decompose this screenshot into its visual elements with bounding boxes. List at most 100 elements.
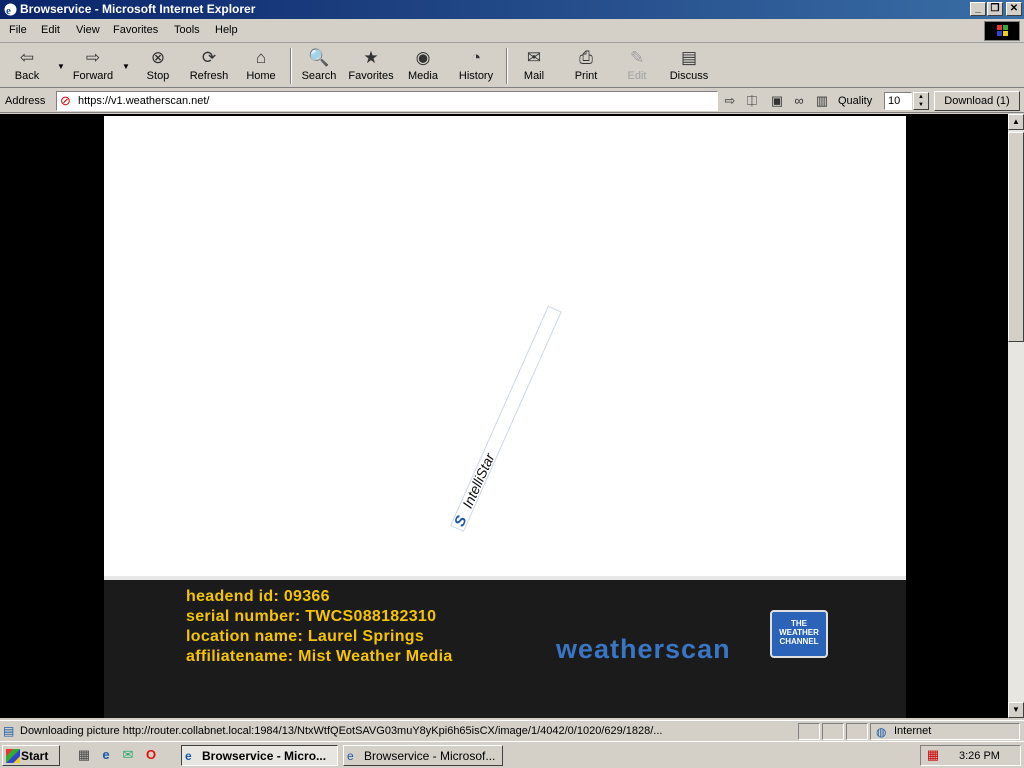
status-cell <box>846 723 868 740</box>
forward-arrow-icon: ⇨ <box>85 48 101 67</box>
home-label: Home <box>246 70 276 82</box>
media-button[interactable]: ◉ Media <box>404 46 442 86</box>
bookmark-icon[interactable]: ⎅ <box>744 93 760 109</box>
toolbar-separator <box>290 48 292 84</box>
windows-logo-icon <box>984 21 1020 41</box>
weatherscan-brand: weatherscan <box>556 634 731 664</box>
favorites-button[interactable]: ★ Favorites <box>346 46 396 86</box>
menu-favorites[interactable]: Favorites <box>113 24 158 36</box>
system-tray: ▦ 3:26 PM <box>920 745 1021 766</box>
scroll-down-arrow-icon[interactable]: ▼ <box>1008 702 1024 718</box>
clipboard-icon[interactable]: ▥ <box>814 93 830 109</box>
address-label: Address <box>5 95 46 107</box>
toolbar-separator <box>506 48 508 84</box>
start-button[interactable]: Start <box>2 745 60 766</box>
close-button[interactable]: ✕ <box>1006 2 1022 16</box>
download-button[interactable]: Download (1) <box>934 91 1020 111</box>
scroll-up-arrow-icon[interactable]: ▲ <box>1008 114 1024 130</box>
page-viewport: S IntelliStar headend id: 09366 serial n… <box>0 114 1008 718</box>
ie-task-icon: e <box>185 749 192 763</box>
status-cell <box>822 723 844 740</box>
forward-dropdown-icon[interactable]: ▼ <box>122 62 130 71</box>
search-button[interactable]: 🔍 Search <box>299 46 339 86</box>
title-bar: e Browservice - Microsoft Internet Explo… <box>0 0 1024 19</box>
clock[interactable]: 3:26 PM <box>959 750 1000 762</box>
menu-edit[interactable]: Edit <box>41 24 60 36</box>
ie-icon: e <box>3 2 18 17</box>
menu-bar: File Edit View Favorites Tools Help <box>0 19 1024 43</box>
favorites-folder-icon: ★ <box>363 48 379 67</box>
internet-explorer-icon[interactable]: e <box>98 747 114 763</box>
edit-button[interactable]: ✎ Edit <box>620 46 654 86</box>
home-button[interactable]: ⌂ Home <box>242 46 280 86</box>
internet-globe-icon: ◍ <box>876 725 887 739</box>
back-button[interactable]: ⇦ Back <box>8 46 46 86</box>
mail-button[interactable]: ✉ Mail <box>516 46 552 86</box>
quality-label: Quality <box>838 95 873 107</box>
task-label: Browservice - Micro... <box>202 749 327 763</box>
back-dropdown-icon[interactable]: ▼ <box>57 62 65 71</box>
page-loading-icon: ▤ <box>3 724 15 738</box>
discuss-icon: ▤ <box>680 48 698 67</box>
history-button[interactable]: ◔ History <box>454 46 498 86</box>
no-entry-icon: ⊘ <box>60 93 71 108</box>
discuss-label: Discuss <box>669 70 709 82</box>
find-binoculars-icon[interactable]: ∞ <box>791 93 807 109</box>
status-cell <box>798 723 820 740</box>
stop-label: Stop <box>146 70 170 82</box>
taskbar-task-browservice[interactable]: e Browservice - Microsof... <box>343 745 503 766</box>
menu-file[interactable]: File <box>9 24 27 36</box>
save-page-icon[interactable]: ▣ <box>769 93 785 109</box>
start-label: Start <box>21 749 49 763</box>
taskbar-task-browservice-active[interactable]: e Browservice - Micro... <box>181 745 338 766</box>
history-label: History <box>458 70 494 82</box>
quality-input[interactable]: 10 <box>884 92 912 110</box>
search-icon: 🔍 <box>308 48 330 67</box>
serial-number: serial number: TWCS088182310 <box>186 608 437 625</box>
forward-button[interactable]: ⇨ Forward <box>70 46 116 86</box>
status-text: Downloading picture http://router.collab… <box>20 725 663 737</box>
windows-flag-icon <box>6 749 20 763</box>
intellistar-logo: S IntelliStar <box>450 305 562 532</box>
print-button[interactable]: ⎙ Print <box>568 46 604 86</box>
system-info-bar: headend id: 09366 serial number: TWCS088… <box>104 576 906 718</box>
favorites-label: Favorites <box>348 70 394 82</box>
go-arrow-icon[interactable]: ⇨ <box>722 93 738 109</box>
restore-button[interactable]: ❐ <box>987 2 1003 16</box>
affiliate-name: affiliatename: Mist Weather Media <box>186 648 453 665</box>
refresh-button[interactable]: ⟳ Refresh <box>186 46 232 86</box>
stop-button[interactable]: ⊗ Stop <box>140 46 176 86</box>
ie-task-icon: e <box>347 749 354 763</box>
media-label: Media <box>408 70 438 82</box>
weather-channel-logo-text: THE WEATHER CHANNEL <box>779 619 819 646</box>
menu-view[interactable]: View <box>76 24 100 36</box>
show-desktop-icon[interactable]: ▦ <box>76 747 92 763</box>
quality-spinner[interactable]: ▲ ▼ <box>913 92 929 110</box>
edit-label: Edit <box>627 70 647 82</box>
scroll-thumb[interactable] <box>1008 132 1024 342</box>
location-name: location name: Laurel Springs <box>186 628 425 645</box>
stop-icon: ⊗ <box>150 48 166 67</box>
back-label: Back <box>14 70 40 82</box>
refresh-label: Refresh <box>189 70 229 82</box>
scheduler-icon[interactable]: ▦ <box>925 747 941 763</box>
zone-cell <box>870 723 1020 740</box>
task-label: Browservice - Microsof... <box>364 749 496 763</box>
opera-icon[interactable]: O <box>143 747 159 763</box>
search-label: Search <box>301 70 337 82</box>
edit-icon: ✎ <box>629 48 645 67</box>
vertical-scrollbar[interactable]: ▲ ▼ <box>1008 114 1024 718</box>
menu-tools[interactable]: Tools <box>174 24 200 36</box>
zone-text: Internet <box>894 725 932 737</box>
forward-label: Forward <box>72 70 114 82</box>
address-input[interactable]: ⊘ https://v1.weatherscan.net/ <box>56 91 718 111</box>
refresh-icon: ⟳ <box>201 48 217 67</box>
minimize-button[interactable]: _ <box>970 2 986 16</box>
media-icon: ◉ <box>415 48 431 67</box>
mail-label: Mail <box>523 70 545 82</box>
standard-toolbar: ⇦ Back ▼ ⇨ Forward ▼ ⊗ Stop ⟳ Refresh ⌂ … <box>0 44 1024 88</box>
mail-icon: ✉ <box>526 48 542 67</box>
menu-help[interactable]: Help <box>215 24 238 36</box>
discuss-button[interactable]: ▤ Discuss <box>668 46 710 86</box>
outlook-express-icon[interactable]: ✉ <box>120 747 136 763</box>
